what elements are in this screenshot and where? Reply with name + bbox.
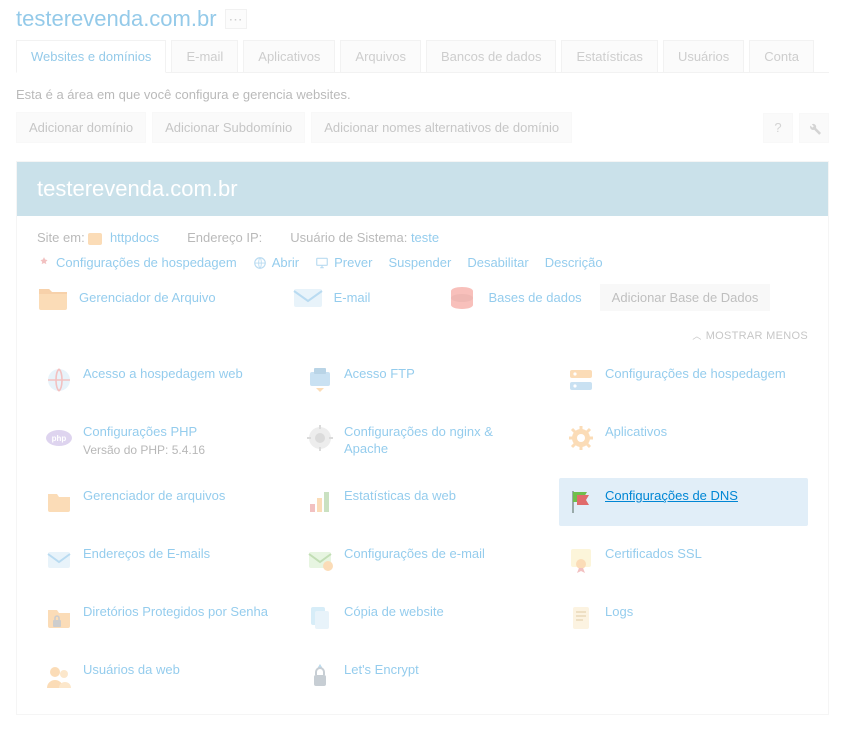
email-link[interactable]: E-mail bbox=[292, 285, 371, 311]
dns-settings-link[interactable]: Configurações de DNS bbox=[559, 478, 808, 526]
chevron-up-icon: ︿ bbox=[692, 331, 701, 341]
system-user-link[interactable]: teste bbox=[411, 230, 439, 245]
users-icon bbox=[45, 662, 73, 690]
email-settings-link[interactable]: Configurações de e-mail bbox=[298, 536, 547, 584]
help-button[interactable]: ? bbox=[763, 113, 793, 143]
globe-icon bbox=[45, 366, 73, 394]
database-icon bbox=[446, 285, 478, 311]
web-hosting-access-link[interactable]: Acesso a hospedagem web bbox=[37, 356, 286, 404]
tab-databases[interactable]: Bancos de dados bbox=[426, 40, 556, 73]
website-copy-link[interactable]: Cópia de website bbox=[298, 594, 547, 642]
file-manager-link-grid[interactable]: Gerenciador de arquivos bbox=[37, 478, 286, 526]
suspend-link[interactable]: Suspender bbox=[388, 255, 451, 270]
flag-icon bbox=[567, 488, 595, 516]
gear-icon bbox=[567, 424, 595, 452]
ip-label: Endereço IP: bbox=[187, 230, 262, 245]
envelope-icon bbox=[45, 546, 73, 574]
main-tabs: Websites e domínios E-mail Aplicativos A… bbox=[16, 40, 829, 73]
file-manager-link[interactable]: Gerenciador de Arquivo bbox=[37, 285, 216, 311]
intro-text: Esta é a área em que você configura e ge… bbox=[16, 73, 829, 112]
description-link[interactable]: Descrição bbox=[545, 255, 603, 270]
email-addresses-link[interactable]: Endereços de E-mails bbox=[37, 536, 286, 584]
add-domain-alias-button[interactable]: Adicionar nomes alternativos de domínio bbox=[311, 112, 572, 143]
site-in-label: Site em: bbox=[37, 230, 85, 245]
databases-link[interactable]: Bases de dados bbox=[446, 285, 581, 311]
page-title: testerevenda.com.br bbox=[16, 6, 217, 32]
bar-chart-icon bbox=[306, 488, 334, 516]
folder-lock-icon bbox=[45, 604, 73, 632]
envelope-icon bbox=[292, 285, 324, 311]
php-icon: php bbox=[45, 424, 73, 452]
disable-link[interactable]: Desabilitar bbox=[467, 255, 528, 270]
tools-icon bbox=[37, 256, 51, 270]
add-database-button[interactable]: Adicionar Base de Dados bbox=[600, 284, 771, 311]
password-protected-dirs-link[interactable]: Diretórios Protegidos por Senha bbox=[37, 594, 286, 642]
tab-account[interactable]: Conta bbox=[749, 40, 814, 73]
svg-text:php: php bbox=[52, 434, 67, 443]
page-menu-button[interactable]: ⋯ bbox=[225, 9, 247, 29]
tab-files[interactable]: Arquivos bbox=[340, 40, 421, 73]
logs-link[interactable]: Logs bbox=[559, 594, 808, 642]
globe-icon bbox=[253, 256, 267, 270]
tab-websites-domains[interactable]: Websites e domínios bbox=[16, 40, 166, 73]
open-link[interactable]: Abrir bbox=[253, 255, 299, 270]
domain-panel: testerevenda.com.br Site em: httpdocs En… bbox=[16, 161, 829, 715]
nginx-apache-link[interactable]: Configurações do nginx & Apache bbox=[298, 414, 547, 468]
httpdocs-link[interactable]: httpdocs bbox=[110, 230, 159, 245]
hosting-settings-link[interactable]: Configurações de hospedagem bbox=[37, 255, 237, 270]
monitor-icon bbox=[315, 256, 329, 270]
wrench-icon bbox=[806, 120, 822, 136]
server-icon bbox=[567, 366, 595, 394]
php-settings-link[interactable]: php Configurações PHP Versão do PHP: 5.4… bbox=[37, 414, 286, 468]
document-copy-icon bbox=[306, 604, 334, 632]
show-less-toggle[interactable]: ︿MOSTRAR MENOS bbox=[37, 319, 808, 348]
ssl-certificates-link[interactable]: Certificados SSL bbox=[559, 536, 808, 584]
applications-link[interactable]: Aplicativos bbox=[559, 414, 808, 468]
ftp-icon bbox=[306, 366, 334, 394]
php-version-text: Versão do PHP: 5.4.16 bbox=[83, 443, 205, 457]
envelope-gear-icon bbox=[306, 546, 334, 574]
folder-icon bbox=[45, 488, 73, 516]
web-statistics-link[interactable]: Estatísticas da web bbox=[298, 478, 547, 526]
ftp-access-link[interactable]: Acesso FTP bbox=[298, 356, 547, 404]
lock-icon bbox=[306, 662, 334, 690]
folder-icon bbox=[37, 285, 69, 311]
preview-link[interactable]: Prever bbox=[315, 255, 372, 270]
document-icon bbox=[567, 604, 595, 632]
folder-icon bbox=[88, 233, 102, 245]
tab-email[interactable]: E-mail bbox=[171, 40, 238, 73]
tab-applications[interactable]: Aplicativos bbox=[243, 40, 335, 73]
tab-statistics[interactable]: Estatísticas bbox=[561, 40, 657, 73]
add-subdomain-button[interactable]: Adicionar Subdomínio bbox=[152, 112, 305, 143]
hosting-settings-link-grid[interactable]: Configurações de hospedagem bbox=[559, 356, 808, 404]
tools-grid: Acesso a hospedagem web Acesso FTP Confi… bbox=[37, 348, 808, 704]
system-user-label: Usuário de Sistema: bbox=[290, 230, 407, 245]
certificate-icon bbox=[567, 546, 595, 574]
tools-button[interactable] bbox=[799, 113, 829, 143]
add-domain-button[interactable]: Adicionar domínio bbox=[16, 112, 146, 143]
tab-users[interactable]: Usuários bbox=[663, 40, 744, 73]
domain-header: testerevenda.com.br bbox=[17, 162, 828, 216]
gear-globe-icon bbox=[306, 424, 334, 452]
